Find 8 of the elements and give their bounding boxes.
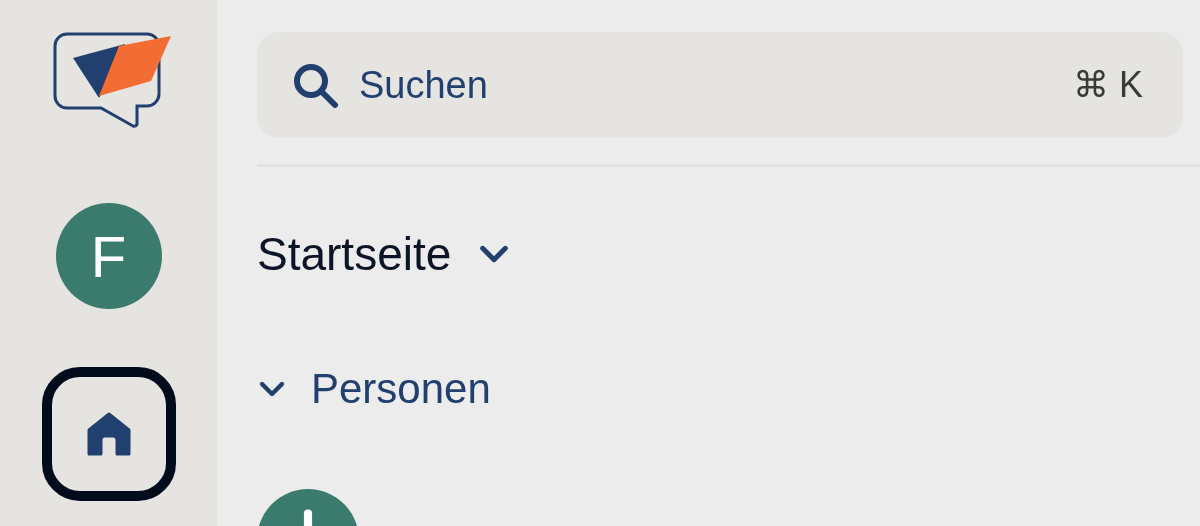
shortcut-hint: ⌘ K <box>1073 64 1143 106</box>
home-nav-button[interactable] <box>41 367 176 501</box>
user-avatar[interactable]: F <box>55 203 162 309</box>
section-toggle[interactable]: Personen <box>257 365 491 413</box>
page-title-dropdown[interactable]: Startseite <box>257 227 512 281</box>
search-field[interactable]: Suchen ⌘ K <box>257 32 1183 138</box>
search-input[interactable]: Suchen <box>357 62 1055 108</box>
search-icon <box>291 61 339 109</box>
